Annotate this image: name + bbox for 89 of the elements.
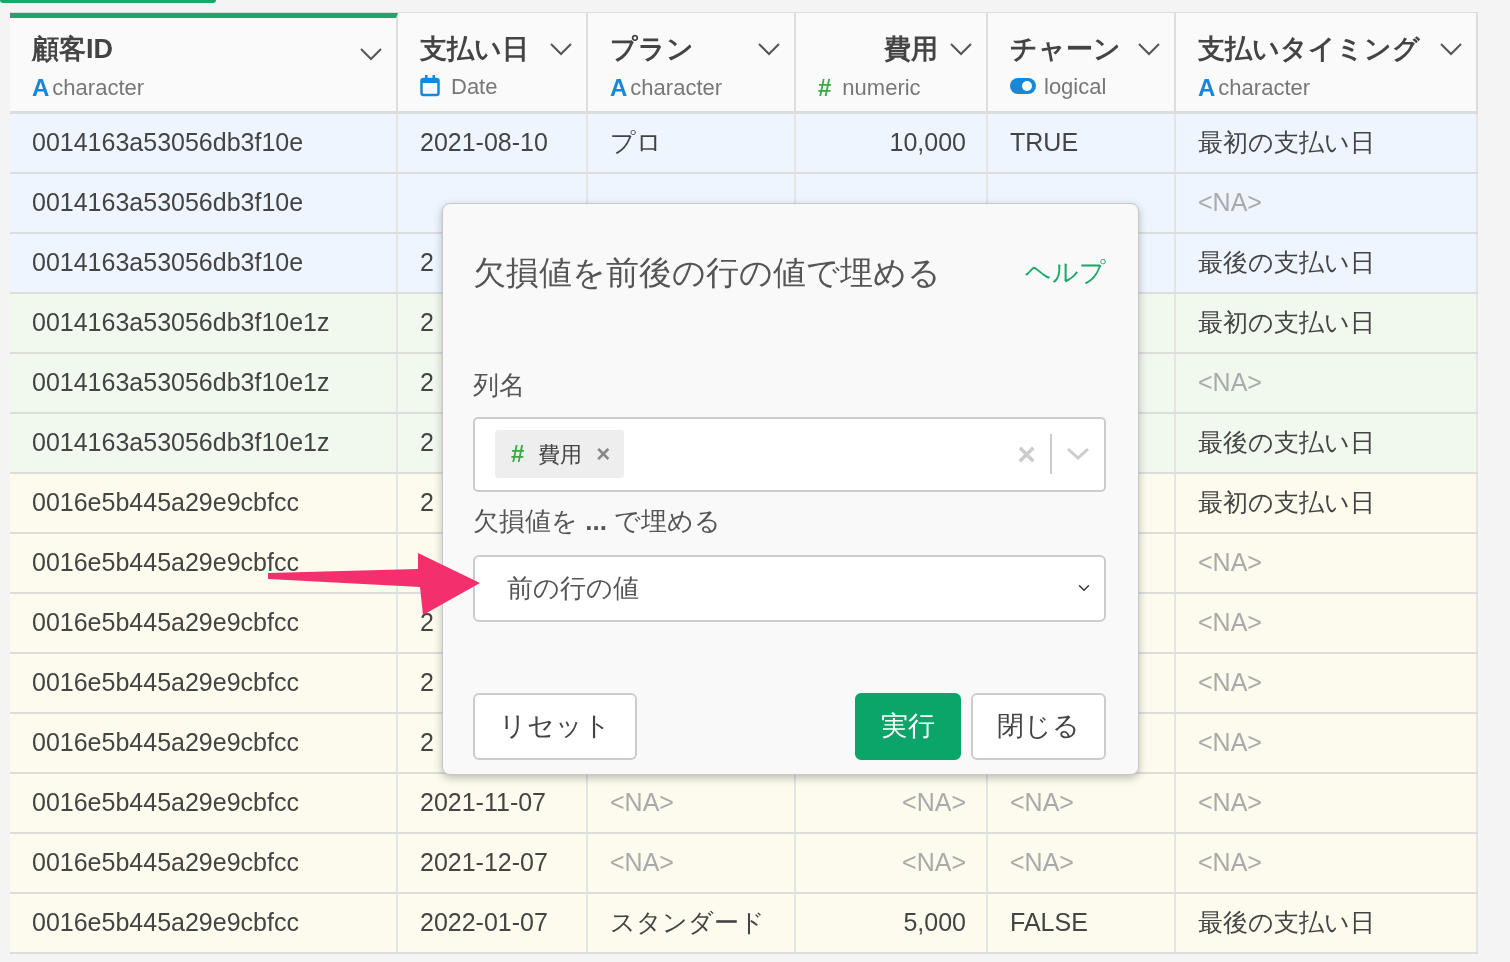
table-cell-text: <NA> <box>1198 667 1262 699</box>
table-cell-text: 0014163a53056db3f10e1z <box>32 367 330 399</box>
table-cell-text: 2 <box>420 607 434 639</box>
column-type: character <box>1218 74 1311 102</box>
table-cell-text: スタンダード <box>610 907 765 939</box>
table-cell-text: 2 <box>420 667 434 699</box>
column-name: 支払い日 <box>420 33 529 66</box>
column-type: numeric <box>842 74 921 102</box>
table-cell-text: 2021-11-07 <box>420 787 547 819</box>
character-type-icon: A <box>1198 69 1216 106</box>
column-header[interactable]: プラン Acharacter <box>588 13 796 111</box>
table-cell-text: 10,000 <box>889 127 966 159</box>
chevron-down-icon[interactable] <box>950 43 972 56</box>
fill-method-select[interactable]: 前の行の値 <box>473 554 1106 622</box>
table-cell-text: 最初の支払い日 <box>1198 487 1375 519</box>
table-cell-text: 最初の支払い日 <box>1198 307 1375 339</box>
numeric-type-icon: # <box>511 436 525 472</box>
table-cell-text: <NA> <box>1198 727 1262 759</box>
table-cell-text: 0016e5b445a29e9cbfcc <box>32 847 299 879</box>
column-type: character <box>52 74 145 102</box>
table-cell-text: 0014163a53056db3f10e <box>32 187 304 219</box>
column-type: Date <box>451 72 498 101</box>
table-cell-text: 0014163a53056db3f10e <box>32 127 304 159</box>
table-cell-text: <NA> <box>1010 847 1074 879</box>
table-cell-text: <NA> <box>1010 787 1074 819</box>
table-cell-text: 2 <box>420 367 434 399</box>
table-cell-text: <NA> <box>902 787 966 819</box>
table-cell-text: 0014163a53056db3f10e1z <box>32 427 330 459</box>
table-cell-text: プロ <box>610 127 662 159</box>
table-cell-text: TRUE <box>1010 127 1079 159</box>
table-cell-text: 0016e5b445a29e9cbfcc <box>32 727 299 759</box>
column-name: プラン <box>610 33 694 66</box>
table-cell-text: <NA> <box>1198 847 1262 879</box>
chevron-down-icon[interactable] <box>1138 43 1160 56</box>
column-header[interactable]: チャーン logical <box>988 13 1176 111</box>
chevron-down-icon[interactable] <box>360 48 382 61</box>
table-cell-text: 0016e5b445a29e9cbfcc <box>32 787 299 819</box>
dialog-title: 欠損値を前後の行の値で埋める <box>473 253 941 293</box>
table-cell-text: 0014163a53056db3f10e1z <box>32 307 330 339</box>
tag-label: 費用 <box>538 440 583 469</box>
table-cell-text: <NA> <box>1198 787 1262 819</box>
table-cell-text: 5,000 <box>903 907 966 939</box>
calendar-icon <box>420 75 440 97</box>
chevron-down-icon[interactable] <box>1440 43 1462 56</box>
table-cell-text: 2 <box>420 307 434 339</box>
table-cell-text: 2022-01-07 <box>420 907 548 939</box>
character-type-icon: A <box>610 69 628 106</box>
table-cell-text: 最後の支払い日 <box>1198 247 1375 279</box>
table-cell-text: <NA> <box>902 847 966 879</box>
column-name: 費用 <box>884 33 938 66</box>
table-cell-text: 2021-08-10 <box>420 127 548 159</box>
table-cell-text: <NA> <box>610 787 674 819</box>
column-type: character <box>630 74 723 102</box>
table-cell-text: FALSE <box>1010 907 1088 939</box>
column-type: logical <box>1044 72 1107 101</box>
chevron-down-icon[interactable] <box>758 43 780 56</box>
table-cell-text: <NA> <box>1198 607 1262 639</box>
field-label: 欠損値を ... で埋める <box>473 504 723 538</box>
table-cell-text: 最後の支払い日 <box>1198 907 1375 939</box>
character-type-icon: A <box>32 69 50 106</box>
table-cell-text: 0016e5b445a29e9cbfcc <box>32 907 299 939</box>
table-cell-text: 0014163a53056db3f10e <box>32 247 304 279</box>
chevron-down-icon[interactable] <box>550 43 572 56</box>
column-header[interactable]: 支払い日 Date <box>398 13 588 111</box>
table-cell-text: 2021-12-07 <box>420 847 548 879</box>
dialog-button[interactable]: リセット <box>473 692 637 760</box>
column-name: 支払いタイミング <box>1198 33 1420 66</box>
numeric-type-icon: # <box>818 69 832 106</box>
table-cell-text: 2 <box>420 727 434 759</box>
table-cell-text: 最後の支払い日 <box>1198 427 1375 459</box>
table-cell-text: <NA> <box>1198 187 1262 219</box>
column-name: チャーン <box>1010 33 1121 66</box>
table-cell-text: 2 <box>420 247 434 279</box>
table-cell-text: 最初の支払い日 <box>1198 127 1375 159</box>
table-cell-text: 2 <box>420 427 434 459</box>
toggle-icon <box>1010 78 1036 94</box>
dialog-button[interactable]: 閉じる <box>971 692 1106 760</box>
table-cell-text: 0016e5b445a29e9cbfcc <box>32 547 299 579</box>
table-cell-text: 0016e5b445a29e9cbfcc <box>32 607 299 639</box>
column-header[interactable]: 費用 # numeric <box>796 13 988 111</box>
column-header[interactable]: 支払いタイミング Acharacter <box>1176 13 1478 111</box>
field-label: 列名 <box>473 368 526 402</box>
table-cell-text: <NA> <box>1198 547 1262 579</box>
table-cell-text: 2 <box>420 487 434 519</box>
table-cell-text: 0016e5b445a29e9cbfcc <box>32 667 299 699</box>
column-name: 顧客ID <box>32 33 113 66</box>
table-cell-text: 0016e5b445a29e9cbfcc <box>32 487 299 519</box>
table-cell-text: <NA> <box>610 847 674 879</box>
table-cell-text: <NA> <box>1198 367 1262 399</box>
